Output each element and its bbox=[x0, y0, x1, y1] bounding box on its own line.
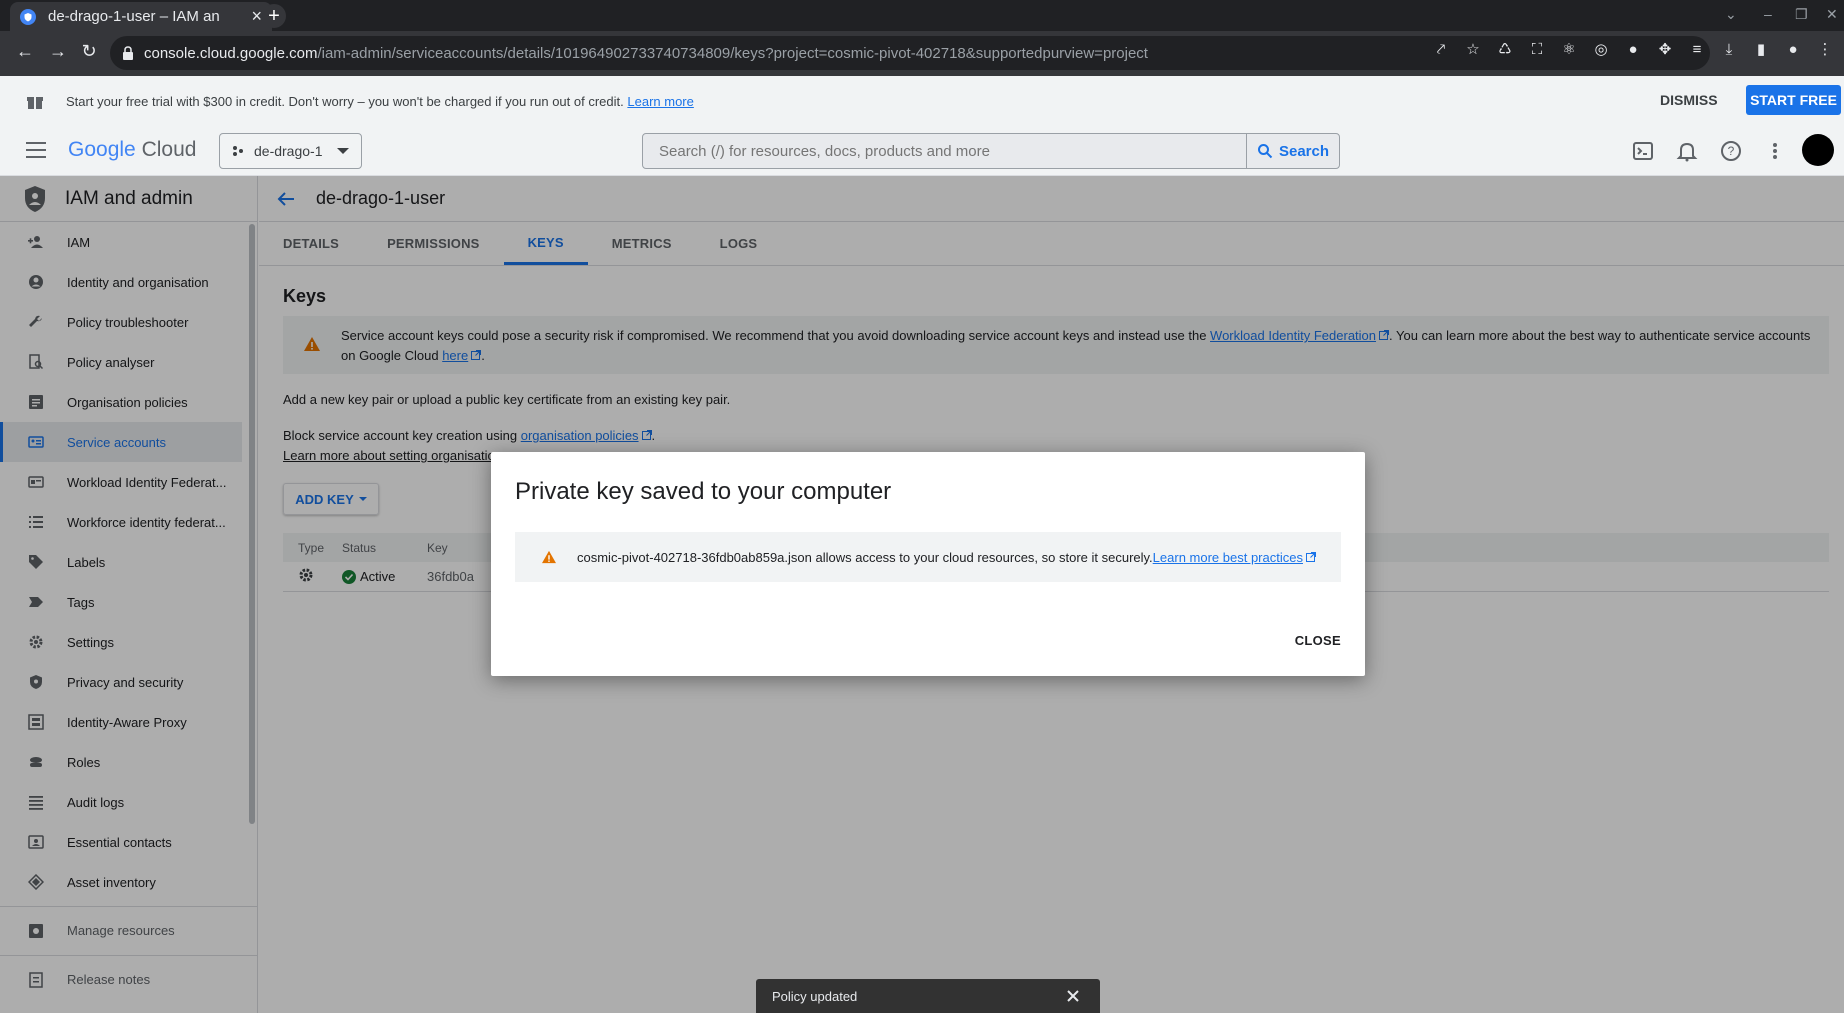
close-icon[interactable] bbox=[1066, 989, 1080, 1003]
dialog-title: Private key saved to your computer bbox=[515, 478, 892, 505]
banner-text: Start your free trial with $300 in credi… bbox=[66, 93, 694, 109]
help-icon[interactable]: ? bbox=[1720, 140, 1742, 162]
header-actions: ? bbox=[1632, 140, 1786, 162]
logo-cloud: Cloud bbox=[141, 138, 197, 161]
private-key-dialog: Private key saved to your computer cosmi… bbox=[491, 452, 1365, 676]
share-icon[interactable]: ⤤ bbox=[1432, 41, 1450, 59]
target-extension-icon[interactable]: ◎ bbox=[1592, 41, 1610, 59]
extension-recycle-icon[interactable]: ♺ bbox=[1496, 41, 1514, 59]
account-avatar[interactable] bbox=[1802, 134, 1834, 166]
console-header: Google Cloud de-drago-1 Search ? bbox=[0, 126, 1844, 176]
browser-menu-icon[interactable]: ⋮ bbox=[1816, 41, 1834, 59]
search-button[interactable]: Search bbox=[1246, 134, 1339, 168]
window-close-icon[interactable]: ✕ bbox=[1826, 6, 1838, 23]
project-name: de-drago-1 bbox=[254, 143, 323, 159]
url-text: console.cloud.google.com/iam-admin/servi… bbox=[144, 44, 1148, 62]
gift-icon bbox=[27, 97, 43, 109]
screenshot-icon[interactable]: ⛶ bbox=[1528, 41, 1546, 59]
tab-search-icon[interactable]: ⌄ bbox=[1725, 6, 1737, 23]
close-button[interactable]: CLOSE bbox=[1295, 633, 1341, 648]
external-link-icon bbox=[1305, 552, 1316, 562]
puzzle-icon[interactable]: ✥ bbox=[1656, 41, 1674, 59]
snackbar-text: Policy updated bbox=[772, 988, 858, 1004]
dismiss-button[interactable]: DISMISS bbox=[1660, 92, 1718, 108]
back-icon[interactable]: ← bbox=[12, 41, 38, 62]
new-tab-button[interactable]: + bbox=[262, 4, 286, 28]
more-vert-icon[interactable] bbox=[1764, 140, 1786, 162]
profile-avatar-icon[interactable]: ● bbox=[1784, 41, 1802, 59]
project-icon bbox=[233, 146, 243, 156]
lock-icon bbox=[123, 46, 133, 60]
media-queue-icon[interactable]: ≡ bbox=[1688, 41, 1706, 59]
notifications-bell-icon[interactable] bbox=[1676, 140, 1698, 162]
reload-icon[interactable]: ↻ bbox=[76, 41, 102, 62]
download-icon[interactable]: ⤓ bbox=[1720, 41, 1738, 59]
project-selector[interactable]: de-drago-1 bbox=[219, 133, 362, 169]
shield-favicon-icon bbox=[20, 8, 36, 25]
google-cloud-logo[interactable]: Google Cloud bbox=[68, 138, 196, 162]
browser-tab[interactable]: de-drago-1-user – IAM an × bbox=[10, 2, 272, 31]
menu-icon[interactable] bbox=[26, 142, 46, 158]
banner-learn-more-link[interactable]: Learn more bbox=[627, 94, 693, 109]
bookmark-star-icon[interactable]: ☆ bbox=[1464, 41, 1482, 59]
start-free-button[interactable]: START FREE bbox=[1746, 85, 1841, 115]
extension-blue-icon[interactable]: ● bbox=[1624, 41, 1642, 59]
browser-tab-bar: de-drago-1-user – IAM an × + ⌄ – ❐ ✕ bbox=[0, 0, 1844, 31]
search-icon bbox=[1257, 144, 1273, 159]
svg-text:?: ? bbox=[1728, 144, 1735, 158]
cloud-shell-icon[interactable] bbox=[1632, 140, 1654, 162]
search-button-label: Search bbox=[1278, 142, 1330, 160]
maximize-icon[interactable]: ❐ bbox=[1795, 6, 1808, 23]
sidebar-toggle-icon[interactable]: ▮ bbox=[1752, 41, 1770, 59]
free-trial-banner: Start your free trial with $300 in credi… bbox=[0, 76, 1844, 126]
chevron-down-icon bbox=[337, 148, 349, 154]
browser-toolbar: ← → ↻ console.cloud.google.com/iam-admin… bbox=[0, 31, 1844, 76]
tab-title: de-drago-1-user – IAM an bbox=[48, 8, 220, 25]
search-bar: Search bbox=[642, 133, 1340, 169]
tab-close-icon[interactable]: × bbox=[251, 6, 262, 27]
logo-google: Google bbox=[68, 138, 136, 161]
forward-icon[interactable]: → bbox=[45, 41, 71, 62]
search-input[interactable] bbox=[643, 134, 1246, 168]
best-practices-link[interactable]: Learn more best practices bbox=[1153, 550, 1303, 565]
minimize-icon[interactable]: – bbox=[1764, 6, 1772, 22]
snackbar: Policy updated bbox=[756, 979, 1100, 1013]
warning-icon bbox=[542, 550, 556, 564]
dialog-message: cosmic-pivot-402718-36fdb0ab859a.json al… bbox=[515, 532, 1341, 582]
react-extension-icon[interactable]: ⚛ bbox=[1560, 41, 1578, 59]
browser-extension-icons: ⤤ ☆ ♺ ⛶ ⚛ ◎ ● ✥ ≡ ⤓ ▮ ● ⋮ bbox=[1432, 41, 1834, 59]
